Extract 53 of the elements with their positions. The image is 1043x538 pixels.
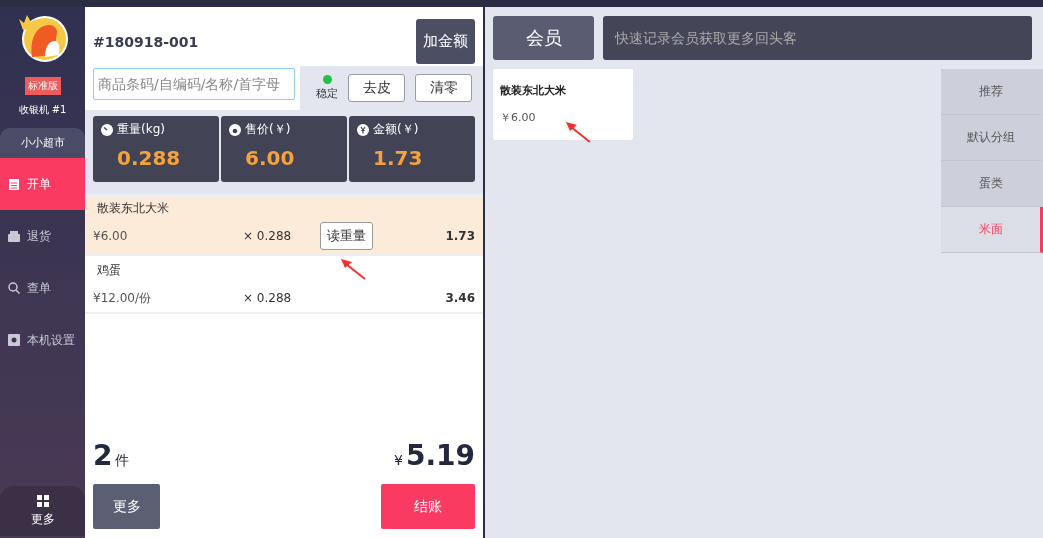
reading-label: 售价(￥) [245,121,291,138]
add-amount-button[interactable]: 加金额 [416,19,475,64]
category-tab[interactable]: 默认分组 [941,115,1043,161]
stable-label: 稳定 [316,86,338,101]
more-button[interactable]: 更多 [93,484,160,529]
item-quantity: × 0.288 [243,291,293,305]
item-count: 2 [93,439,113,472]
item-price: ¥6.00 [93,229,129,244]
settings-icon [8,334,20,346]
reading-value: 1.73 [372,146,424,170]
member-button[interactable]: 会员 [493,16,594,60]
register-label: 收银机 #1 [17,103,68,117]
count-unit: 件 [115,452,130,470]
item-quantity: × 0.288 [243,229,293,244]
box-icon [8,230,20,242]
annotation-arrow [340,258,366,280]
product-card[interactable]: 散装东北大米 ￥6.00 [493,69,633,140]
reading-value: 6.00 [244,146,296,170]
product-name: 散装东北大米 [500,83,567,98]
product-search-field[interactable]: 商品条码/自编码/名称/首字母 [93,68,295,100]
nav-item[interactable]: 本机设置 [0,314,85,366]
checkout-button[interactable]: 结账 [381,484,475,529]
item-amount: 1.73 [444,229,475,244]
reading-value: 0.288 [116,146,182,170]
scale-button[interactable]: 清零 [415,74,472,102]
product-price: ￥6.00 [500,110,537,125]
yen-coin-icon [357,123,369,136]
store-tab[interactable]: 小小超市 [0,128,85,158]
more-button[interactable]: 更多 [0,486,85,536]
annotation-arrow [565,121,591,143]
order-number: #180918-001 [93,33,199,50]
total-amount: 5.19 [405,439,475,472]
read-weight-button[interactable]: 读重量 [320,222,373,251]
item-amount: 3.46 [444,291,475,305]
category-tab[interactable]: 蛋类 [941,161,1043,207]
member-search-field[interactable]: 快速记录会员获取更多回头客 [603,16,1032,60]
search-icon [8,282,20,294]
notepad-icon [8,177,20,191]
item-price: ¥12.00/份 [93,289,153,307]
category-tab[interactable]: 推荐 [941,69,1043,115]
item-name: 鸡蛋 [97,261,121,279]
gauge-icon [101,123,113,136]
edition-badge: 标准版 [24,77,61,95]
order-row[interactable]: 散装东北大米 ¥6.00 × 0.288 读重量 1.73 [85,194,483,253]
reading-label: 重量(kg) [117,121,165,138]
nav-item[interactable]: 查单 [0,262,85,314]
item-name: 散装东北大米 [97,199,169,217]
nav-item[interactable]: 退货 [0,210,85,262]
grid-icon [36,494,49,507]
currency-sign: ¥ [394,452,403,468]
scale-button[interactable]: 去皮 [348,74,405,102]
reading-label: 金额(￥) [373,121,419,138]
nav-item[interactable]: 开单 [0,158,85,210]
